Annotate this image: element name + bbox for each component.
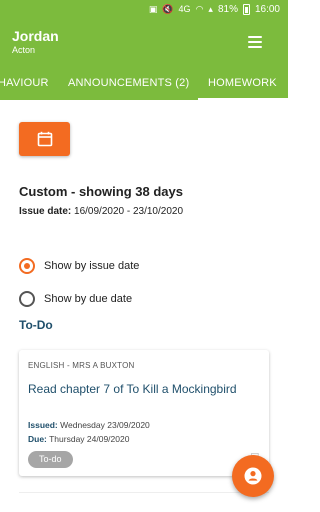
app-root: ▣ 🔇 4G ◠ ▴ 81% 16:00 Jordan Acton HAVIOU… [0,0,288,512]
issue-date-label: Issue date: [19,206,72,217]
student-profile-button[interactable] [232,455,274,497]
date-range-title: Custom - showing 38 days [19,184,183,199]
tab-bar: HAVIOUR ANNOUNCEMENTS (2) HOMEWORK [0,67,288,100]
status-badge: To-do [28,451,73,468]
homework-dates: Issued: Wednesday 23/09/2020 Due: Thursd… [28,418,150,446]
radio-button-selected[interactable] [19,258,35,274]
date-range-button[interactable] [19,122,70,156]
homework-content: Custom - showing 38 days Issue date: 16/… [0,100,288,512]
app-bar: Jordan Acton [0,19,288,67]
issue-date-value: 16/09/2020 - 23/10/2020 [74,206,184,217]
radio-label: Show by due date [44,293,133,305]
homework-card[interactable]: ENGLISH - MRS A BUXTON Read chapter 7 of… [19,350,269,476]
due-label: Due: [28,434,47,444]
signal-icon: ▴ [208,4,213,14]
due-row: Due: Thursday 24/09/2020 [28,432,150,446]
tab-announcements[interactable]: ANNOUNCEMENTS (2) [68,67,189,100]
todo-section-title: To-Do [19,318,53,332]
calendar-icon [37,131,52,147]
student-name: Jordan [12,28,59,44]
radio-label: Show by issue date [44,260,140,272]
due-date: Thursday 24/09/2020 [49,434,130,444]
notification-icon: ▣ [148,4,158,14]
issue-date-range: Issue date: 16/09/2020 - 23/10/2020 [19,206,183,217]
wifi-icon: ◠ [195,4,204,14]
battery-icon [242,4,250,15]
radio-button[interactable] [19,291,35,307]
homework-subject: ENGLISH - MRS A BUXTON [28,361,135,370]
person-icon [244,467,262,485]
battery-percent: 81% [217,4,238,15]
issued-label: Issued: [28,420,58,430]
issued-date: Wednesday 23/09/2020 [60,420,150,430]
mute-icon: 🔇 [162,4,174,14]
clock: 16:00 [254,4,280,15]
menu-icon[interactable] [248,36,262,48]
tab-behaviour[interactable]: HAVIOUR [0,67,49,100]
status-bar: ▣ 🔇 4G ◠ ▴ 81% 16:00 [0,0,288,19]
network-type: 4G [178,4,191,14]
issued-row: Issued: Wednesday 23/09/2020 [28,418,150,432]
tab-homework[interactable]: HOMEWORK [208,67,277,100]
school-name: Acton [12,45,36,55]
radio-show-by-due-date[interactable]: Show by due date [19,290,132,308]
next-homework-card [19,492,269,512]
radio-show-by-issue-date[interactable]: Show by issue date [19,257,139,275]
homework-task: Read chapter 7 of To Kill a Mockingbird [28,382,237,396]
